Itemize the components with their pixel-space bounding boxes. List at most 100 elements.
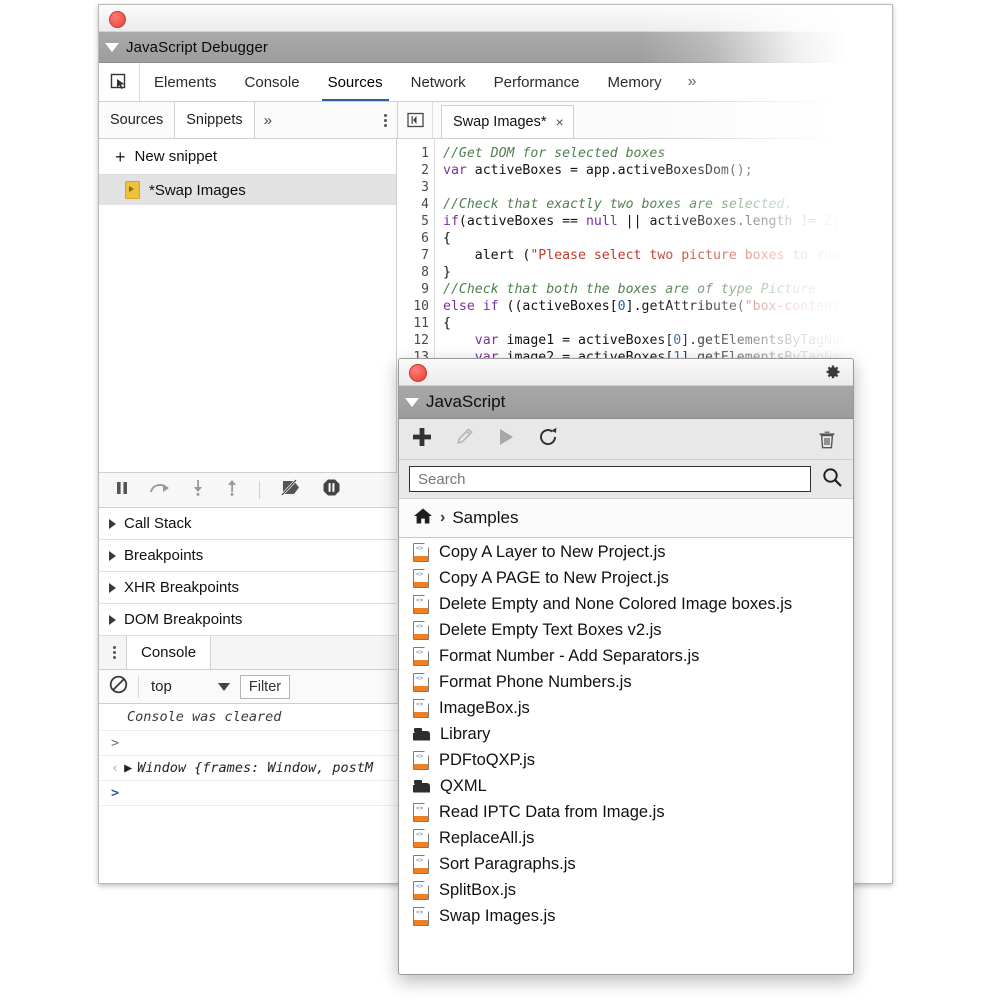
snippet-item-label: *Swap Images <box>149 182 246 199</box>
accordion-dom-breakpoints[interactable]: DOM Breakpoints <box>99 604 397 636</box>
pause-resume-icon[interactable] <box>115 480 129 501</box>
list-item[interactable]: Library <box>399 721 853 747</box>
list-item-label: ReplaceAll.js <box>439 829 534 848</box>
console-drawer-kebab-icon[interactable] <box>113 646 116 659</box>
list-item-label: Sort Paragraphs.js <box>439 855 576 874</box>
console-result-arrow-icon: ‹ <box>111 760 119 776</box>
accordion-xhr-breakpoints-label: XHR Breakpoints <box>124 579 239 596</box>
list-item[interactable]: <>Copy A PAGE to New Project.js <box>399 565 853 591</box>
gear-icon[interactable] <box>823 363 841 386</box>
collapse-triangle-icon[interactable] <box>405 398 419 407</box>
console-message-cleared: Console was cleared <box>99 704 409 731</box>
step-out-icon[interactable] <box>225 479 239 501</box>
accordion-call-stack[interactable]: Call Stack <box>99 508 397 540</box>
console-context-select[interactable]: top <box>138 676 230 698</box>
breadcrumb-separator: › <box>440 509 445 527</box>
console-active-prompt-row[interactable]: > <box>99 781 409 806</box>
devtools-overflow-chevron-icon[interactable]: » <box>676 63 709 101</box>
list-item[interactable]: <>Format Phone Numbers.js <box>399 669 853 695</box>
run-script-button[interactable] <box>495 426 517 453</box>
list-item[interactable]: <>ImageBox.js <box>399 695 853 721</box>
editor-tab-swap-images[interactable]: Swap Images* × <box>441 105 574 138</box>
accordion-breakpoints[interactable]: Breakpoints <box>99 540 397 572</box>
search-input-placeholder: Search <box>418 471 466 488</box>
close-button-red-icon[interactable] <box>409 364 427 382</box>
js-file-icon: <> <box>413 751 429 770</box>
js-file-icon: <> <box>413 881 429 900</box>
list-item[interactable]: <>PDFtoQXP.js <box>399 747 853 773</box>
subtab-overflow-chevron-icon[interactable]: » <box>255 102 281 138</box>
console-result-row[interactable]: ‹ ▶ Window {frames: Window, postM <box>99 756 409 781</box>
console-output: Console was cleared > ‹ ▶ Window {frames… <box>99 704 409 806</box>
debugger-window-title: JavaScript Debugger <box>126 39 268 56</box>
tab-sources-label: Sources <box>328 74 383 91</box>
list-item-label: Format Number - Add Separators.js <box>439 647 699 666</box>
console-filter-placeholder: Filter <box>249 679 281 695</box>
gear-icon[interactable] <box>862 10 878 26</box>
search-input[interactable]: Search <box>409 466 811 492</box>
close-button-red-icon[interactable] <box>109 11 126 28</box>
list-item[interactable]: <> Sort Paragraphs.js <box>399 851 853 877</box>
tab-network-label: Network <box>411 74 466 91</box>
collapse-sidebar-icon[interactable] <box>398 102 433 138</box>
refresh-button[interactable] <box>537 426 559 453</box>
tab-console[interactable]: Console <box>231 63 314 101</box>
pause-on-exceptions-icon[interactable] <box>322 478 341 502</box>
subtab-kebab-icon[interactable] <box>374 102 397 138</box>
list-item[interactable]: <>Copy A Layer to New Project.js <box>399 539 853 565</box>
js-file-icon: <> <box>413 673 429 692</box>
close-icon[interactable]: × <box>556 114 564 130</box>
console-prompt-row[interactable]: > <box>99 731 409 756</box>
list-item[interactable]: <>Swap Images.js <box>399 903 853 929</box>
script-file-list[interactable]: <>Copy A Layer to New Project.js<>Copy A… <box>399 538 853 973</box>
deactivate-breakpoints-icon[interactable] <box>280 479 302 501</box>
tab-console-drawer[interactable]: Console <box>126 636 211 669</box>
console-result-disclosure-icon[interactable]: ▶ <box>124 760 132 776</box>
tab-console-label: Console <box>245 74 300 91</box>
tab-memory[interactable]: Memory <box>594 63 676 101</box>
list-item[interactable]: <>Delete Empty and None Colored Image bo… <box>399 591 853 617</box>
list-item-label: Copy A PAGE to New Project.js <box>439 569 669 588</box>
new-snippet-button[interactable]: + New snippet <box>99 139 396 175</box>
step-over-icon[interactable] <box>149 480 171 501</box>
js-file-icon: <> <box>413 803 429 822</box>
subtab-snippets[interactable]: Snippets <box>174 102 254 138</box>
js-file-icon: <> <box>413 829 429 848</box>
subtab-sources[interactable]: Sources <box>99 102 174 138</box>
palette-search-bar: Search <box>399 460 853 499</box>
list-item[interactable]: <>Delete Empty Text Boxes v2.js <box>399 617 853 643</box>
edit-script-button[interactable] <box>453 426 475 453</box>
tab-sources[interactable]: Sources <box>314 63 397 101</box>
palette-toolbar <box>399 419 853 460</box>
accordion-xhr-breakpoints[interactable]: XHR Breakpoints <box>99 572 397 604</box>
list-item[interactable]: <> ReplaceAll.js <box>399 825 853 851</box>
console-active-prompt-caret: > <box>111 785 119 801</box>
tab-performance[interactable]: Performance <box>480 63 594 101</box>
clear-console-icon[interactable] <box>109 675 128 699</box>
toolbar-divider <box>259 481 260 499</box>
chevron-right-icon <box>109 551 116 561</box>
breadcrumb-current[interactable]: Samples <box>452 508 518 528</box>
tab-performance-label: Performance <box>494 74 580 91</box>
add-script-button[interactable] <box>411 426 433 453</box>
list-item[interactable]: <>SplitBox.js <box>399 877 853 903</box>
palette-window-title: JavaScript <box>426 392 505 412</box>
list-item[interactable]: <>Format Number - Add Separators.js <box>399 643 853 669</box>
home-icon[interactable] <box>413 507 433 530</box>
step-into-icon[interactable] <box>191 479 205 501</box>
debugger-accordion: Call Stack Breakpoints XHR Breakpoints D… <box>99 508 397 636</box>
list-item-label: Delete Empty Text Boxes v2.js <box>439 621 662 640</box>
tab-elements[interactable]: Elements <box>140 63 231 101</box>
js-file-icon: <> <box>413 855 429 874</box>
delete-button[interactable] <box>817 429 837 455</box>
console-filter-input[interactable]: Filter <box>240 675 290 699</box>
inspect-element-icon[interactable] <box>99 63 140 101</box>
tab-network[interactable]: Network <box>397 63 480 101</box>
devtools-kebab-icon[interactable] <box>861 63 892 101</box>
list-item[interactable]: <>Read IPTC Data from Image.js <box>399 799 853 825</box>
search-icon[interactable] <box>821 466 843 493</box>
debugger-mac-titlebar <box>99 5 892 32</box>
collapse-triangle-icon[interactable] <box>105 43 119 52</box>
list-item-swap-images[interactable]: *Swap Images <box>99 175 396 205</box>
list-item[interactable]: QXML <box>399 773 853 799</box>
